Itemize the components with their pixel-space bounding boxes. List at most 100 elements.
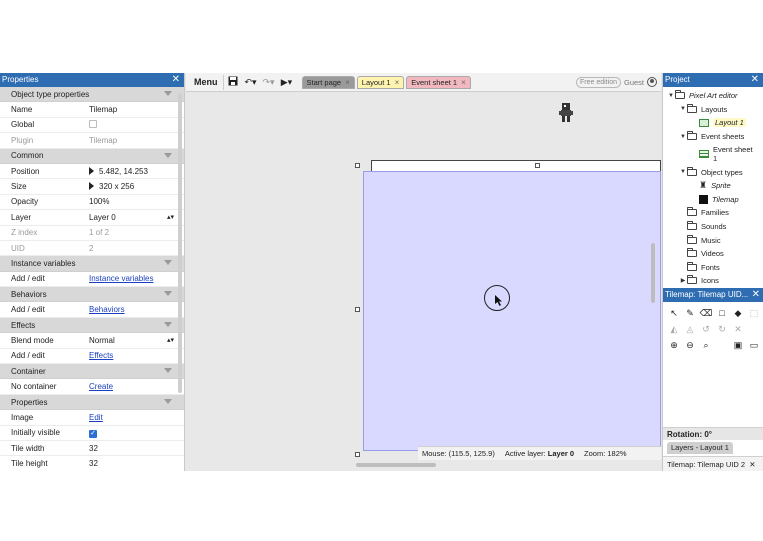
property-value[interactable]: 100% bbox=[86, 197, 184, 206]
property-value[interactable]: 2 bbox=[86, 244, 184, 253]
project-tree-item[interactable]: ▼ Object types bbox=[663, 165, 763, 179]
expand-arrow-icon[interactable] bbox=[89, 182, 94, 191]
property-link-text[interactable]: Behaviors bbox=[89, 305, 125, 314]
rectangle-tool-icon[interactable]: □ bbox=[714, 306, 730, 320]
property-checkbox[interactable] bbox=[86, 119, 184, 130]
project-close-icon[interactable]: ✕ bbox=[751, 73, 759, 87]
property-value[interactable]: 32 bbox=[86, 444, 184, 453]
document-tab[interactable]: Start page × bbox=[301, 75, 355, 89]
tilemap-bar-close-icon[interactable]: ✕ bbox=[749, 460, 755, 469]
clear-transform-icon[interactable]: ✕ bbox=[730, 322, 746, 336]
zoom-in-icon[interactable]: ⊕ bbox=[666, 338, 682, 352]
property-value[interactable]: 5.482, 14.253 bbox=[86, 166, 184, 176]
project-tree-item[interactable]: ▼ Event sheets bbox=[663, 130, 763, 144]
project-tree-item[interactable]: Layout 1 bbox=[663, 116, 763, 130]
property-section[interactable]: Instance variables bbox=[0, 256, 184, 272]
canvas-vertical-scrollbar[interactable] bbox=[651, 243, 655, 303]
collapse-caret-icon[interactable] bbox=[164, 291, 172, 297]
tab-close-icon[interactable]: × bbox=[461, 76, 466, 89]
select-arrows-icon[interactable]: ▴▾ bbox=[167, 336, 174, 344]
resize-handle-top-left[interactable] bbox=[355, 163, 360, 168]
canvas-horizontal-scrollbar[interactable] bbox=[356, 463, 436, 467]
tree-toggle-icon[interactable]: ▼ bbox=[679, 134, 687, 140]
tilemap-bar-tab[interactable]: Tilemap: Tilemap UID 2 ✕ bbox=[663, 456, 763, 471]
tab-close-icon[interactable]: × bbox=[345, 76, 350, 89]
select-tool-icon[interactable]: ⬚ bbox=[746, 306, 762, 320]
eraser-tool-icon[interactable]: ⌫ bbox=[698, 306, 714, 320]
property-value[interactable]: 320 x 256 bbox=[86, 182, 184, 191]
property-value[interactable]: 1 of 2 bbox=[86, 228, 184, 237]
property-link-text[interactable]: Edit bbox=[89, 413, 103, 422]
properties-close-icon[interactable]: ✕ bbox=[172, 73, 180, 87]
project-tree-item[interactable]: Families bbox=[663, 206, 763, 220]
pointer-tool-icon[interactable]: ↖ bbox=[666, 306, 682, 320]
tilemap-instance[interactable] bbox=[363, 171, 661, 451]
property-link-text[interactable]: Create bbox=[89, 382, 113, 391]
project-tree-item[interactable]: ▶ Icons bbox=[663, 274, 763, 287]
property-section[interactable]: Properties bbox=[0, 394, 184, 411]
resize-handle-left[interactable] bbox=[355, 307, 360, 312]
property-link-text[interactable]: Effects bbox=[89, 351, 113, 360]
tree-toggle-icon[interactable]: ▼ bbox=[679, 106, 687, 112]
save-icon[interactable]: ▣ bbox=[730, 338, 746, 352]
property-link[interactable]: Instance variables bbox=[86, 274, 184, 283]
sprite-character-icon[interactable] bbox=[559, 103, 573, 123]
project-tree-item[interactable]: ▼ Pixel Art editor bbox=[663, 89, 763, 103]
expand-arrow-icon[interactable] bbox=[89, 166, 94, 175]
tree-toggle-icon[interactable]: ▼ bbox=[679, 169, 687, 175]
property-section[interactable]: Container bbox=[0, 364, 184, 380]
checkbox-unchecked-icon[interactable] bbox=[89, 119, 97, 128]
collapse-caret-icon[interactable] bbox=[164, 91, 172, 96]
fill-tool-icon[interactable]: ◆ bbox=[730, 306, 746, 320]
collapse-caret-icon[interactable] bbox=[164, 321, 172, 327]
resize-handle-top[interactable] bbox=[535, 163, 540, 168]
collapse-caret-icon[interactable] bbox=[164, 398, 172, 404]
tree-toggle-icon[interactable]: ▶ bbox=[679, 277, 687, 284]
save-icon[interactable] bbox=[224, 76, 242, 88]
property-section[interactable]: Object type properties bbox=[0, 87, 184, 103]
rotate-left-icon[interactable]: ↺ bbox=[698, 322, 714, 336]
property-link[interactable]: Create bbox=[86, 382, 184, 391]
guest-label[interactable]: Guest bbox=[624, 78, 644, 87]
document-tab[interactable]: Layout 1 × bbox=[356, 75, 405, 89]
redo-icon[interactable]: ↷▾ bbox=[260, 77, 278, 88]
property-select[interactable]: Layer 0 ▴▾ bbox=[86, 213, 184, 222]
flip-vertical-icon[interactable]: ◬ bbox=[682, 322, 698, 336]
undo-icon[interactable]: ↶▾ bbox=[242, 77, 260, 88]
rotate-right-icon[interactable]: ↻ bbox=[714, 322, 730, 336]
project-tree-item[interactable]: Event sheet 1 bbox=[663, 143, 763, 165]
property-value[interactable]: Tilemap bbox=[86, 136, 184, 145]
tab-close-icon[interactable]: × bbox=[395, 76, 400, 89]
property-value[interactable]: 32 bbox=[86, 459, 184, 468]
project-tree-item[interactable]: ♜ Sprite bbox=[663, 179, 763, 193]
user-icon[interactable] bbox=[647, 77, 657, 87]
project-tree-item[interactable]: ▼ Layouts bbox=[663, 103, 763, 117]
open-folder-icon[interactable]: ▭ bbox=[746, 338, 762, 352]
resize-handle-bottom-left[interactable] bbox=[355, 452, 360, 457]
properties-scrollbar[interactable] bbox=[178, 93, 182, 393]
property-link[interactable]: Effects bbox=[86, 351, 184, 360]
property-checkbox[interactable]: ✓ bbox=[86, 428, 184, 438]
menu-button[interactable]: Menu bbox=[189, 74, 224, 90]
tilemap-panel-close-icon[interactable]: ✕ bbox=[752, 288, 760, 302]
flip-horizontal-icon[interactable]: ◭ bbox=[666, 322, 682, 336]
zoom-out-icon[interactable]: ⊖ bbox=[682, 338, 698, 352]
project-tree-item[interactable]: Videos bbox=[663, 247, 763, 261]
zoom-reset-icon[interactable]: ⌕ bbox=[698, 338, 714, 352]
property-section[interactable]: Behaviors bbox=[0, 287, 184, 303]
property-link[interactable]: Edit bbox=[86, 413, 184, 422]
checkbox-checked-icon[interactable]: ✓ bbox=[89, 429, 97, 438]
collapse-caret-icon[interactable] bbox=[164, 260, 172, 266]
select-arrows-icon[interactable]: ▴▾ bbox=[167, 213, 174, 221]
free-edition-badge[interactable]: Free edition bbox=[576, 76, 621, 88]
layers-tab[interactable]: Layers - Layout 1 bbox=[667, 442, 733, 454]
project-tree-item[interactable]: Sounds bbox=[663, 220, 763, 234]
layout-canvas[interactable]: Mouse: (115.5, 125.9) Active layer: Laye… bbox=[186, 93, 661, 471]
project-tree-item[interactable]: Fonts bbox=[663, 261, 763, 275]
pencil-tool-icon[interactable]: ✎ bbox=[682, 306, 698, 320]
project-tree-item[interactable]: Music bbox=[663, 233, 763, 247]
property-value[interactable]: Tilemap bbox=[86, 105, 184, 114]
property-select[interactable]: Normal ▴▾ bbox=[86, 336, 184, 345]
play-icon[interactable]: ▶▾ bbox=[278, 77, 296, 88]
project-tree-item[interactable]: Tilemap bbox=[663, 193, 763, 207]
